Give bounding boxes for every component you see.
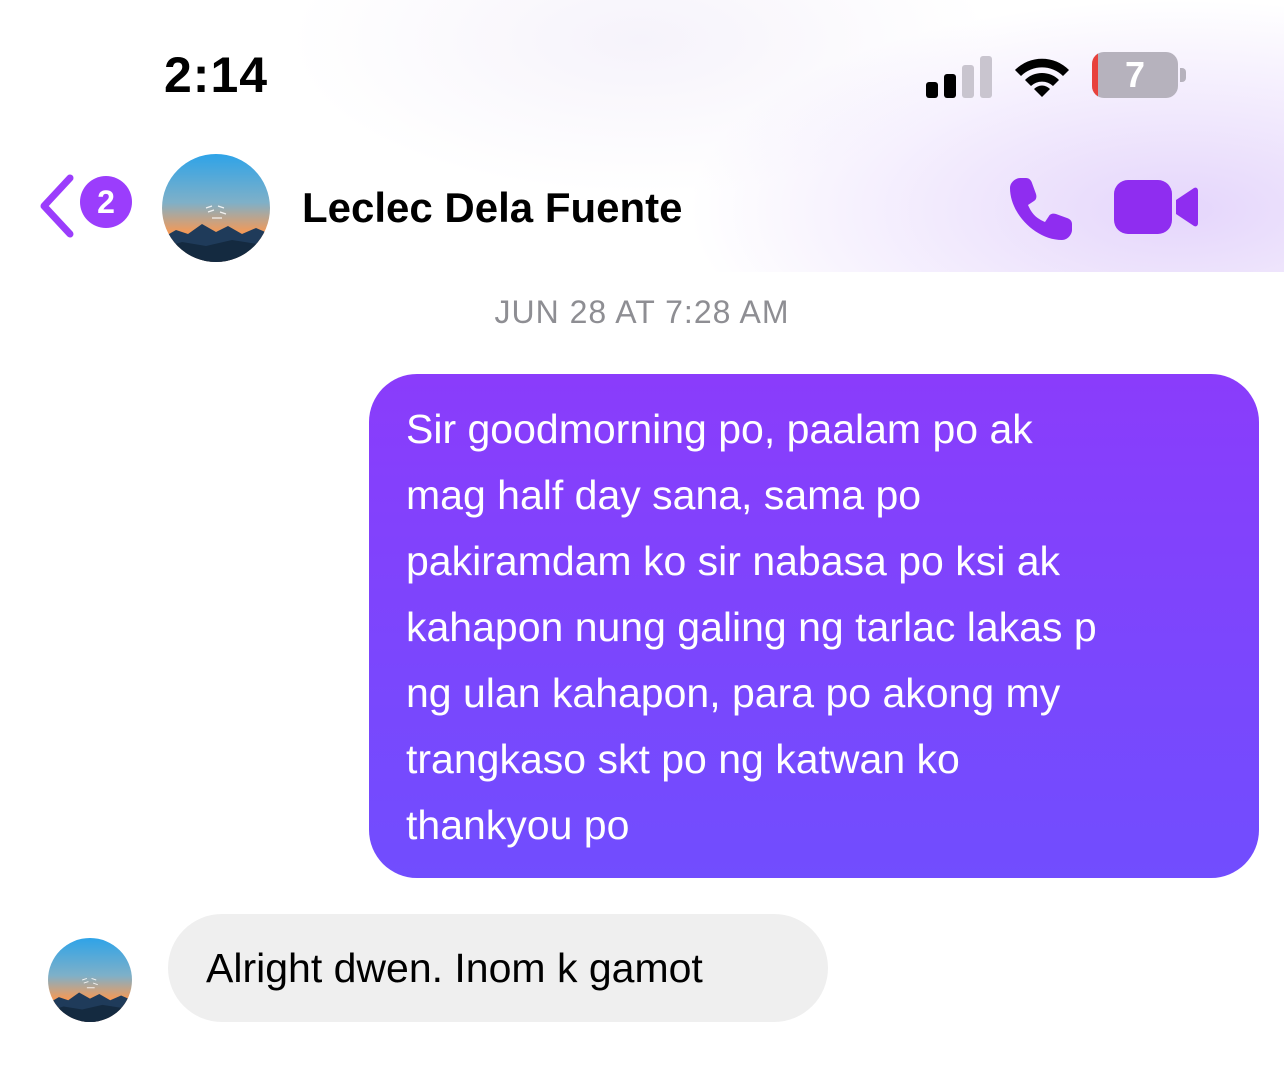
battery-tip xyxy=(1180,68,1186,82)
incoming-message-bubble[interactable]: Alright dwen. Inom k gamot xyxy=(168,914,828,1022)
battery-icon: 7 xyxy=(1092,52,1190,100)
unread-count-badge: 2 xyxy=(80,176,132,228)
outgoing-message-text: Sir goodmorning po, paalam po ak mag hal… xyxy=(406,406,1097,848)
cellular-signal-icon xyxy=(926,56,992,98)
phone-icon[interactable] xyxy=(1006,172,1078,244)
wifi-icon xyxy=(1015,58,1069,97)
battery-level: 7 xyxy=(1124,54,1146,95)
sender-avatar[interactable] xyxy=(48,938,132,1022)
battery-body: 7 xyxy=(1092,52,1178,98)
back-button[interactable]: 2 xyxy=(36,172,136,242)
message-timestamp: JUN 28 AT 7:28 AM xyxy=(494,294,790,330)
back-chevron-icon xyxy=(40,174,74,238)
status-bar-time: 2:14 xyxy=(164,47,269,103)
contact-avatar[interactable] xyxy=(162,154,270,262)
avatar-image xyxy=(48,938,132,1022)
outgoing-message-bubble[interactable]: Sir goodmorning po, paalam po ak mag hal… xyxy=(369,374,1259,878)
avatar-image xyxy=(162,154,270,262)
contact-name[interactable]: Leclec Dela Fuente xyxy=(302,184,682,232)
video-camera-icon[interactable] xyxy=(1114,178,1198,236)
incoming-message-text: Alright dwen. Inom k gamot xyxy=(206,945,703,991)
